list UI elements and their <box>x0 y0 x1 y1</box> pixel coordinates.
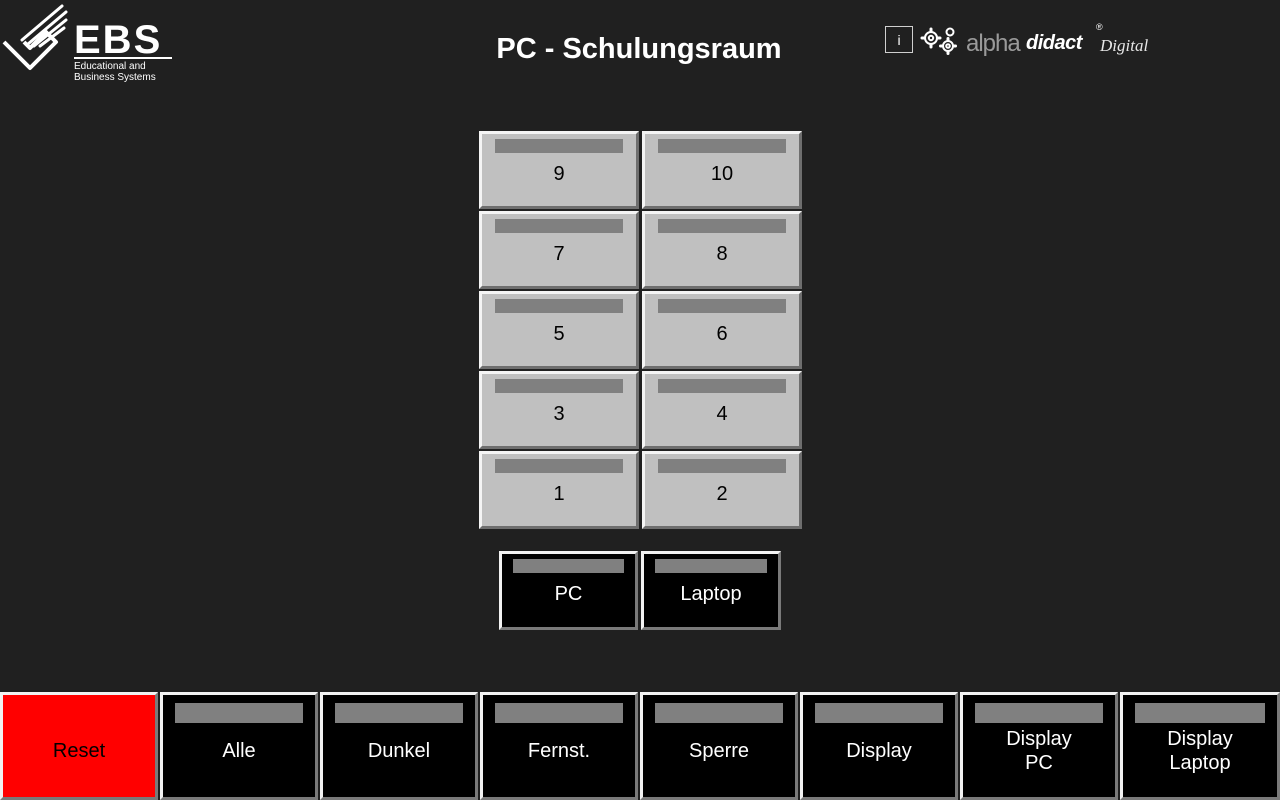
dunkel-label: Dunkel <box>367 740 431 762</box>
station-button-10[interactable]: 10 <box>642 131 802 209</box>
station-label: 8 <box>716 243 728 265</box>
status-bar <box>495 379 623 393</box>
display-pc-line2: PC <box>1025 752 1053 774</box>
station-button-9[interactable]: 9 <box>479 131 639 209</box>
fernst-button[interactable]: Fernst. <box>480 692 638 800</box>
display-pc-line1: Display <box>1006 728 1072 750</box>
display-laptop-button[interactable]: Display Laptop <box>1120 692 1280 800</box>
status-bar <box>975 703 1103 723</box>
station-label: 9 <box>553 163 565 185</box>
display-laptop-label: Display Laptop <box>1123 727 1277 775</box>
status-bar <box>495 219 623 233</box>
station-grid: 9 10 7 8 5 6 3 4 1 2 <box>479 131 802 531</box>
info-button[interactable]: i <box>885 26 913 53</box>
station-label: 4 <box>716 403 728 425</box>
status-bar <box>1135 703 1265 723</box>
sperre-label: Sperre <box>688 740 750 762</box>
station-label: 6 <box>716 323 728 345</box>
status-bar <box>658 219 786 233</box>
station-button-6[interactable]: 6 <box>642 291 802 369</box>
display-pc-button[interactable]: Display PC <box>960 692 1118 800</box>
source-laptop-button[interactable]: Laptop <box>641 551 781 630</box>
station-button-5[interactable]: 5 <box>479 291 639 369</box>
status-bar <box>495 459 623 473</box>
status-bar <box>658 139 786 153</box>
sperre-button[interactable]: Sperre <box>640 692 798 800</box>
station-button-2[interactable]: 2 <box>642 451 802 529</box>
brand-alpha: alpha <box>966 30 1021 57</box>
display-laptop-line1: Display <box>1167 728 1233 750</box>
status-bar <box>175 703 303 723</box>
alle-button[interactable]: Alle <box>160 692 318 800</box>
status-bar <box>658 459 786 473</box>
station-button-7[interactable]: 7 <box>479 211 639 289</box>
display-laptop-line2: Laptop <box>1169 752 1231 774</box>
fernst-label: Fernst. <box>527 740 591 762</box>
reset-button[interactable]: Reset <box>0 692 158 800</box>
station-label: 7 <box>553 243 565 265</box>
status-bar <box>815 703 943 723</box>
source-pc-label: PC <box>554 583 583 605</box>
status-bar <box>495 299 623 313</box>
brand-digital: Digital <box>1100 36 1149 55</box>
station-button-8[interactable]: 8 <box>642 211 802 289</box>
status-bar <box>658 299 786 313</box>
reset-label: Reset <box>52 740 106 762</box>
status-bar <box>658 379 786 393</box>
brand-registered: ® <box>1096 22 1103 32</box>
status-bar <box>655 559 767 573</box>
station-label: 1 <box>553 483 565 505</box>
gear-icon[interactable] <box>920 26 960 56</box>
brand-didact: didact <box>1026 32 1082 54</box>
status-bar <box>335 703 463 723</box>
alle-label: Alle <box>222 740 256 762</box>
dunkel-button[interactable]: Dunkel <box>320 692 478 800</box>
display-pc-label: Display PC <box>963 727 1115 775</box>
status-bar <box>495 139 623 153</box>
station-label: 5 <box>553 323 565 345</box>
station-button-4[interactable]: 4 <box>642 371 802 449</box>
display-button[interactable]: Display <box>800 692 958 800</box>
station-label: 3 <box>553 403 565 425</box>
source-pc-button[interactable]: PC <box>499 551 638 630</box>
status-bar <box>513 559 624 573</box>
station-label: 2 <box>716 483 728 505</box>
station-button-3[interactable]: 3 <box>479 371 639 449</box>
display-label: Display <box>846 740 912 762</box>
source-laptop-label: Laptop <box>680 583 742 605</box>
status-bar <box>495 703 623 723</box>
alphadidact-logo: alpha didact ® Digital <box>966 22 1156 58</box>
station-button-1[interactable]: 1 <box>479 451 639 529</box>
status-bar <box>655 703 783 723</box>
station-label: 10 <box>710 163 734 185</box>
